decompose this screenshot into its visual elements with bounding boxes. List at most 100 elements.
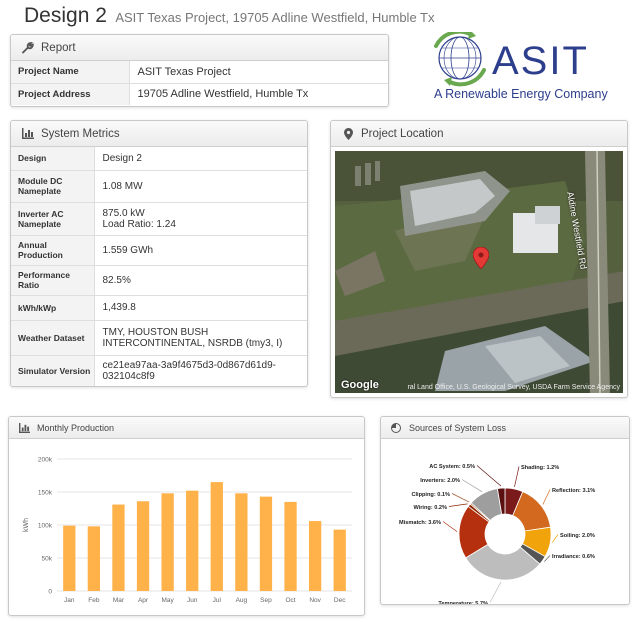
table-row: Design Design 2 — [11, 147, 307, 170]
report-table: Project Name ASIT Texas Project Project … — [11, 61, 388, 105]
bar-sep[interactable] — [259, 496, 273, 591]
y-tick-label: 100k — [38, 523, 53, 530]
leader-line — [442, 521, 458, 532]
y-tick-label: 0 — [48, 589, 52, 596]
slice-label: Irradiance: 0.6% — [552, 554, 595, 560]
google-logo[interactable]: Google — [341, 379, 379, 391]
x-tick-label: Nov — [309, 597, 321, 604]
pie-chart-icon — [389, 422, 403, 433]
table-row: kWh/kWp 1,439.8 — [11, 294, 307, 320]
metric-label: Inverter AC Nameplate — [11, 201, 95, 235]
project-address-value: 19705 Adline Westfield, Humble Tx — [129, 82, 388, 105]
table-row: Project Address 19705 Adline Westfield, … — [11, 82, 388, 105]
leader-line — [451, 493, 470, 503]
weather-dataset-line2: INTERCONTINENTAL, NSRDB (tmy3, I) — [102, 337, 283, 349]
table-row: Module DC Nameplate 1.08 MW — [11, 169, 307, 202]
slice-label: Reflection: 3.1% — [552, 488, 595, 494]
location-pin-icon[interactable] — [472, 246, 490, 274]
slice-label: Inverters: 2.0% — [420, 478, 460, 484]
weather-dataset-line1: TMY, HOUSTON BUSH — [102, 326, 209, 338]
asit-logo: ASIT A Renewable Energy Company — [430, 29, 620, 104]
slice-label: Wiring: 0.2% — [413, 505, 447, 511]
report-panel-header: Report — [11, 35, 388, 61]
simulator-version-line1: ce21ea97aa-3a9f4675d3-0d867d61d9- — [102, 360, 277, 372]
table-row: Weather Dataset TMY, HOUSTON BUSH INTERC… — [11, 319, 307, 355]
x-tick-label: Dec — [334, 597, 346, 604]
monthly-production-panel: Monthly Production 0 50k 100k 150k 200k kWh Ja… — [8, 416, 365, 616]
report-panel: Report Project Name ASIT Texas Project P… — [10, 34, 389, 107]
bar-feb[interactable] — [87, 526, 101, 591]
leader-line — [476, 465, 502, 487]
x-tick-label: Feb — [88, 597, 100, 604]
inverter-nameplate-value: 875.0 kW — [102, 207, 145, 219]
bar-jan[interactable] — [63, 525, 76, 591]
leader-line — [461, 479, 483, 493]
metric-label: Design — [11, 147, 95, 170]
leader-line — [489, 581, 502, 603]
wrench-icon — [21, 41, 35, 54]
leader-line — [542, 489, 551, 505]
map-attribution: ral Land Office, U.S. Geological Survey,… — [407, 384, 620, 391]
bar-jun[interactable] — [186, 490, 199, 591]
metric-value: 1.08 MW — [94, 169, 307, 202]
project-name-value: ASIT Texas Project — [137, 65, 231, 78]
y-tick-label: 50k — [42, 556, 53, 563]
metric-label: Performance Ratio — [11, 264, 95, 295]
bar-nov[interactable] — [308, 521, 322, 591]
bar-may[interactable] — [161, 493, 174, 591]
metric-value: 82.5% — [94, 264, 307, 295]
simulator-version-line2: 032104c8f9 — [102, 371, 155, 383]
metric-label: Annual Production — [11, 234, 95, 265]
x-tick-label: Aug — [236, 597, 248, 604]
slice-label: Temperature: 5.7% — [438, 601, 488, 604]
leader-line — [551, 534, 559, 543]
bar-chart-icon — [21, 128, 35, 139]
project-subtitle: ASIT Texas Project, 19705 Adline Westfie… — [115, 10, 435, 25]
bar-oct[interactable] — [284, 501, 297, 591]
slice-label: Clipping: 0.1% — [411, 492, 450, 498]
project-name-label: Project Name — [11, 61, 130, 83]
metric-value: 875.0 kW Load Ratio: 1.24 — [94, 201, 307, 235]
system-loss-title: Sources of System Loss — [409, 422, 507, 433]
slice-label: Soiling: 2.0% — [560, 533, 595, 539]
logo-tagline: A Renewable Energy Company — [434, 87, 608, 101]
system-loss-panel: Sources of System Loss Shading: 1.2% Refl… — [380, 416, 630, 605]
project-address-label: Project Address — [11, 82, 130, 105]
project-location-title: Project Location — [361, 127, 444, 140]
x-tick-label: Sep — [260, 597, 272, 604]
y-tick-label: 200k — [38, 457, 53, 464]
globe-icon — [434, 29, 486, 87]
metric-label: kWh/kWp — [11, 294, 95, 320]
system-metrics-panel: System Metrics Design Design 2 Module DC… — [10, 120, 308, 387]
table-row: Annual Production 1.559 GWh — [11, 234, 307, 265]
bar-chart-icon — [17, 422, 31, 433]
slice-label: AC System: 0.5% — [429, 464, 475, 470]
metric-value: TMY, HOUSTON BUSH INTERCONTINENTAL, NSRD… — [94, 319, 307, 355]
project-location-header: Project Location — [331, 121, 627, 147]
bar-aug[interactable] — [235, 493, 248, 591]
system-metrics-title: System Metrics — [41, 127, 120, 140]
table-row: Project Name ASIT Texas Project — [11, 61, 388, 83]
x-tick-label: Oct — [285, 597, 295, 604]
slice-label: Mismatch: 3.6% — [399, 520, 441, 526]
design-title: Design 2 — [24, 4, 107, 27]
metric-value: ce21ea97aa-3a9f4675d3-0d867d61d9- 032104… — [94, 354, 307, 386]
metric-value: Design 2 — [102, 152, 142, 164]
y-axis-label: kWh — [23, 518, 30, 532]
map-marker-icon — [341, 127, 355, 140]
bar-apr[interactable] — [136, 501, 150, 591]
metric-value: 1,439.8 — [94, 294, 307, 320]
leader-line — [448, 503, 468, 507]
table-row: Simulator Version ce21ea97aa-3a9f4675d3-… — [11, 354, 307, 386]
satellite-map[interactable]: Aldine Westfield Rd Google ral Land Offi… — [335, 151, 623, 393]
slice-label: Shading: 1.2% — [521, 465, 559, 471]
x-tick-label: Apr — [138, 597, 149, 604]
bar-dec[interactable] — [333, 529, 346, 591]
monthly-production-header: Monthly Production — [9, 417, 364, 439]
metric-label: Module DC Nameplate — [11, 169, 95, 202]
metric-value: 1.559 GWh — [94, 234, 307, 265]
bar-jul[interactable] — [210, 482, 223, 591]
bar-mar[interactable] — [112, 504, 125, 591]
y-tick-label: 150k — [38, 490, 53, 497]
page-title: Design 2 ASIT Texas Project, 19705 Adlin… — [24, 4, 435, 28]
